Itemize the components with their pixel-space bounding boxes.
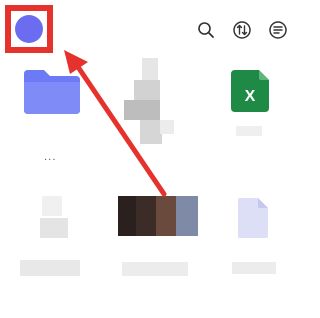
file-tile-spreadsheet[interactable]: X	[231, 70, 269, 112]
image-thumbnail-icon	[118, 196, 136, 236]
avatar[interactable]	[15, 15, 43, 43]
document-icon	[238, 198, 268, 238]
file-tile-image[interactable]	[118, 196, 198, 244]
file-tile-folder[interactable]	[22, 66, 82, 126]
avatar-highlight-box	[5, 5, 53, 53]
file-tile-blurred[interactable]	[124, 58, 188, 158]
blurred-label	[232, 262, 276, 274]
file-tile-document[interactable]	[238, 198, 268, 238]
svg-text:X: X	[245, 88, 256, 105]
sort-icon[interactable]	[232, 20, 252, 40]
search-icon[interactable]	[196, 20, 216, 40]
excel-icon: X	[231, 70, 269, 112]
folder-icon	[24, 70, 80, 114]
blurred-label	[122, 262, 188, 276]
file-manager-screen: ... X	[0, 0, 300, 318]
blurred-label	[236, 126, 262, 136]
menu-icon[interactable]	[268, 20, 288, 40]
file-tile-blurred-2[interactable]	[20, 196, 82, 286]
file-label: ...	[44, 152, 57, 163]
